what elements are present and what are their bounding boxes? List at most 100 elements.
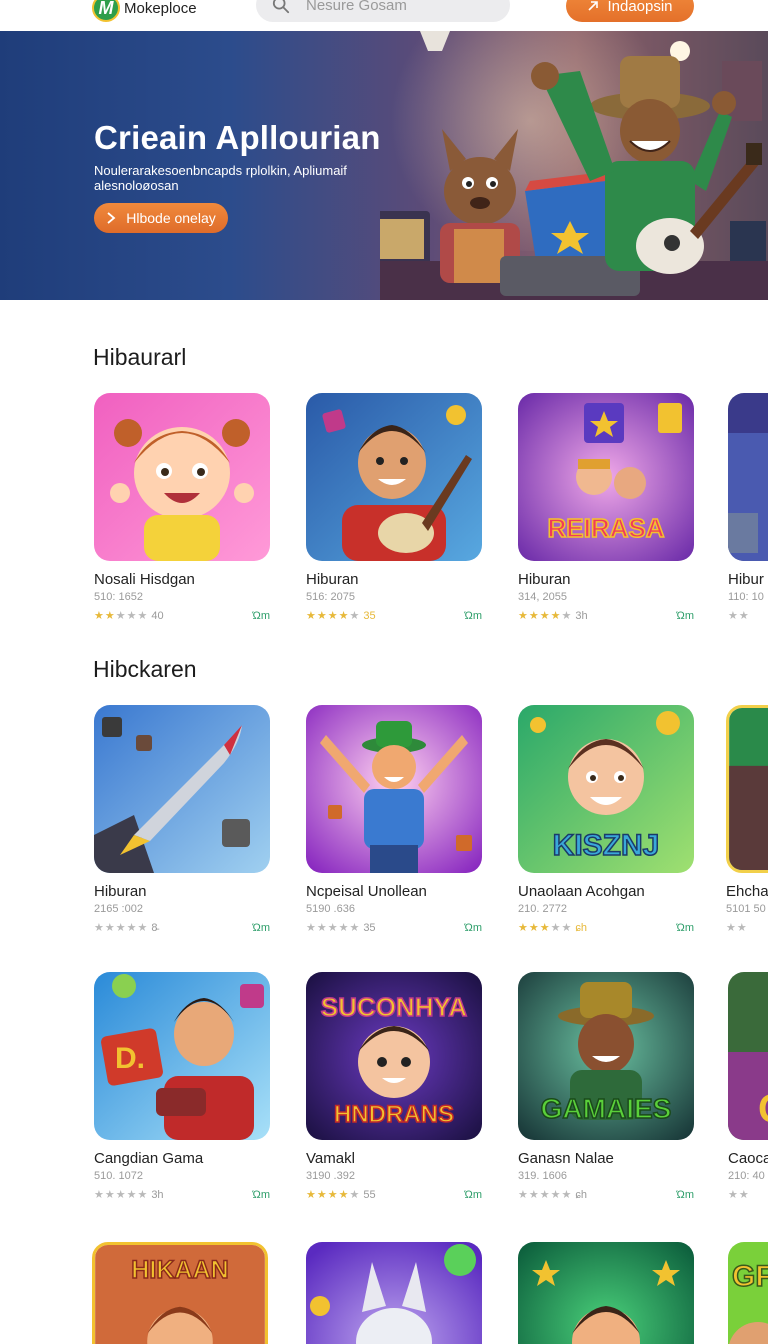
hero-title: Crieain Apllourian — [94, 119, 381, 156]
section-title: Hibaurarl — [93, 344, 187, 370]
logo[interactable]: M Mokeploce — [92, 0, 197, 22]
app-card[interactable]: Ehcha 5101 50 ★★ — [726, 705, 768, 934]
app-card[interactable] — [306, 1242, 482, 1344]
thumb-text: HNDRANS — [334, 1101, 454, 1128]
app-name[interactable]: Ganasn Nalae — [518, 1150, 694, 1167]
get-label: Ώm — [676, 1188, 694, 1201]
app-card[interactable]: Hibur 110: 10 ★★ — [728, 393, 768, 622]
app-card[interactable]: Ncpeisal Unollean 5190 .636 ★★★★★ 35 Ώm — [306, 705, 482, 934]
rating-count: 40 — [151, 610, 164, 622]
guitar-boy-image — [306, 393, 482, 561]
app-card[interactable]: GF — [728, 1242, 768, 1344]
rating-count: ɕh — [575, 922, 587, 934]
app-card[interactable]: SUCONHYA HNDRANS Vamakl 3190 .392 ★★★★★ 5… — [306, 972, 482, 1201]
app-card[interactable]: Hiburan 2165 :002 ★★★★★ 8̵ Ώm — [94, 705, 270, 934]
rating-stars: ★★★★★ 40 — [94, 610, 164, 622]
app-meta: 319. 1606 — [518, 1170, 567, 1182]
app-name[interactable]: Unaolaan Acohgan — [518, 883, 694, 900]
app-card[interactable] — [518, 1242, 694, 1344]
get-button[interactable]: Ώm — [253, 1189, 270, 1201]
get-button[interactable]: Ώm — [253, 922, 270, 934]
arrow-up-right-icon — [588, 1, 599, 11]
app-thumbnail[interactable]: SUCONHYA HNDRANS — [306, 972, 482, 1140]
app-thumbnail[interactable]: GF — [728, 1242, 768, 1344]
rating-stars: ★★★★★ ɕh — [518, 922, 587, 934]
app-thumbnail[interactable] — [94, 393, 270, 561]
app-thumbnail[interactable]: HIKAAN — [92, 1242, 268, 1344]
get-button[interactable]: Ώm — [677, 1189, 694, 1201]
app-meta: 510: 1652 — [94, 591, 143, 603]
app-thumbnail[interactable] — [94, 705, 270, 873]
app-name[interactable]: Caoca — [728, 1150, 768, 1167]
get-label: Ώm — [464, 921, 482, 934]
app-name[interactable]: Ncpeisal Unollean — [306, 883, 482, 900]
rating-stars: ★★★★★ 55 — [306, 1189, 376, 1201]
app-name[interactable]: Vamakl — [306, 1150, 482, 1167]
header-action-button[interactable]: Indaopsin — [566, 0, 694, 22]
rating-stars: ★★★★★ 8̵ — [94, 922, 158, 934]
app-card[interactable]: KISZNJ Unaolaan Acohgan 210. 2772 ★★★★★ ɕ… — [518, 705, 694, 934]
app-card[interactable]: Nosali Hisdgan 510: 1652 ★★★★★ 40 Ώm — [94, 393, 270, 622]
hero-banner: Crieain Apllourian Noulerarakesoenbncapd… — [0, 31, 768, 300]
app-name[interactable]: Hibur — [728, 571, 768, 588]
get-button[interactable]: Ώm — [465, 610, 482, 622]
app-name[interactable]: Cangdian Gama — [94, 1150, 270, 1167]
logo-text: Mokeploce — [124, 0, 197, 17]
get-button[interactable]: Ώm — [465, 922, 482, 934]
app-name[interactable]: Hiburan — [306, 571, 482, 588]
app-meta: 314, 2055 — [518, 591, 567, 603]
app-name[interactable]: Hiburan — [518, 571, 694, 588]
rating-stars: ★★ — [726, 922, 748, 934]
rating-count: 35 — [363, 922, 376, 934]
rating-stars: ★★★★★ 3h — [518, 610, 588, 622]
get-label: Ώm — [464, 609, 482, 622]
app-card[interactable]: D. Cangdian Gama 510. 1072 ★★★★★ 3h Ώm — [94, 972, 270, 1201]
app-meta: 3190 .392 — [306, 1170, 355, 1182]
thumb-text: D. — [115, 1042, 145, 1075]
thumb-text: GF — [732, 1260, 768, 1293]
rating-count: ɕh — [575, 1189, 587, 1201]
rating-stars: ★★★★★ 35 — [306, 922, 376, 934]
app-meta: 210. 2772 — [518, 903, 567, 915]
section-title: Hibckaren — [93, 656, 197, 682]
search-icon — [272, 0, 290, 14]
rating-stars: ★★ — [728, 1189, 750, 1201]
app-thumbnail[interactable]: REIRASA — [518, 393, 694, 561]
app-name[interactable]: Nosali Hisdgan — [94, 571, 270, 588]
rocket-image — [94, 705, 270, 873]
search-bar[interactable] — [256, 0, 510, 22]
hero-subtitle: Noulerarakesoenbncapds rplolkin, Apliuma… — [94, 163, 347, 193]
rating-stars: ★★★★★ ɕh — [518, 1189, 587, 1201]
app-thumbnail[interactable] — [306, 705, 482, 873]
party-game-image: REIRASA — [518, 393, 694, 561]
app-thumbnail[interactable]: KISZNJ — [518, 705, 694, 873]
app-thumbnail[interactable] — [726, 705, 768, 873]
app-name[interactable]: Ehcha — [726, 883, 768, 900]
app-card[interactable]: G Caoca 210: 40 ★★ — [728, 972, 768, 1201]
app-thumbnail[interactable]: GAMAIES — [518, 972, 694, 1140]
app-meta: 516: 2075 — [306, 591, 355, 603]
gamer-boy-image: D. — [94, 972, 270, 1140]
app-thumbnail[interactable]: G — [728, 972, 768, 1140]
app-thumbnail[interactable]: D. — [94, 972, 270, 1140]
search-input[interactable] — [306, 0, 496, 14]
hero-cta-button[interactable]: Hlbode onelay — [94, 203, 228, 233]
app-thumbnail[interactable] — [518, 1242, 694, 1344]
get-button[interactable]: Ώm — [677, 922, 694, 934]
get-label: Ώm — [252, 921, 270, 934]
app-thumbnail[interactable] — [306, 393, 482, 561]
get-button[interactable]: Ώm — [465, 1189, 482, 1201]
app-card[interactable]: GAMAIES Ganasn Nalae 319. 1606 ★★★★★ ɕh Ώ… — [518, 972, 694, 1201]
app-card[interactable]: REIRASA Hiburan 314, 2055 ★★★★★ 3h Ώm — [518, 393, 694, 622]
app-name[interactable]: Hiburan — [94, 883, 270, 900]
get-label: Ώm — [676, 609, 694, 622]
city-night-image — [728, 393, 768, 561]
get-button[interactable]: Ώm — [253, 610, 270, 622]
app-thumbnail[interactable] — [306, 1242, 482, 1344]
get-button[interactable]: Ώm — [677, 610, 694, 622]
thumb-text: G — [758, 1087, 768, 1131]
hat-man-image: GAMAIES — [518, 972, 694, 1140]
app-thumbnail[interactable] — [728, 393, 768, 561]
app-card[interactable]: HIKAAN — [92, 1242, 268, 1344]
app-card[interactable]: Hiburan 516: 2075 ★★★★★ 35 Ώm — [306, 393, 482, 622]
